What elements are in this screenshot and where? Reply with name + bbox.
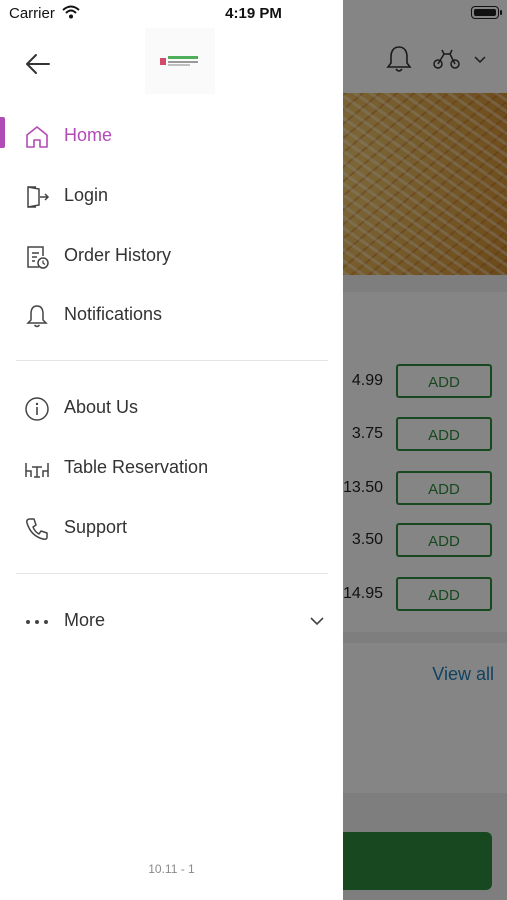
menu-item-label: More	[64, 610, 106, 630]
chevron-down-icon[interactable]	[308, 612, 326, 630]
menu-item-label: About Us	[64, 397, 139, 417]
order-history-icon	[23, 243, 51, 271]
home-icon	[23, 123, 51, 151]
back-arrow-icon[interactable]	[22, 47, 56, 81]
menu-item-label: Support	[64, 517, 128, 537]
battery-icon	[471, 6, 499, 19]
menu-item-label: Login	[64, 185, 109, 205]
bell-icon	[23, 302, 51, 330]
clock: 4:19 PM	[225, 5, 282, 22]
menu-item-login[interactable]: Login	[0, 171, 343, 219]
restaurant-logo	[145, 28, 215, 94]
menu-item-label: Order History	[64, 245, 172, 265]
menu-item-home[interactable]: Home	[0, 111, 343, 159]
status-bar: Carrier 4:19 PM	[0, 0, 507, 28]
menu-divider	[16, 360, 328, 361]
battery-tip	[500, 10, 502, 15]
menu-item-label: Table Reservation	[64, 457, 209, 477]
phone-icon	[23, 515, 51, 543]
menu-item-notifications[interactable]: Notifications	[0, 290, 343, 338]
info-icon	[23, 395, 51, 423]
menu-item-support[interactable]: Support	[0, 503, 343, 551]
app-version: 10.11 - 1	[148, 862, 195, 876]
navigation-drawer: Home Login Order History Notifications A…	[0, 0, 343, 900]
active-indicator	[0, 117, 5, 148]
menu-item-table-reservation[interactable]: Table Reservation	[0, 443, 343, 491]
menu-item-about-us[interactable]: About Us	[0, 383, 343, 431]
menu-divider	[16, 573, 328, 574]
menu-item-more[interactable]: More	[0, 596, 343, 644]
menu-item-order-history[interactable]: Order History	[0, 231, 343, 279]
more-dots-icon	[23, 608, 51, 636]
table-icon	[23, 455, 51, 483]
login-icon	[23, 183, 51, 211]
menu-item-label: Notifications	[64, 304, 163, 324]
menu-item-label: Home	[64, 125, 113, 145]
